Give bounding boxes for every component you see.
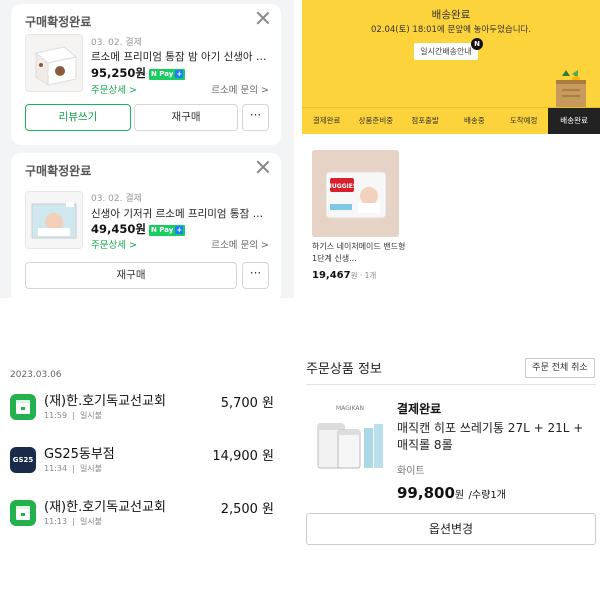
- transaction-meta: 11:13 | 일시불: [44, 517, 103, 526]
- transaction-amount: 14,900 원: [212, 449, 274, 464]
- delivery-title: 배송완료: [431, 9, 471, 21]
- npay-badge: N Pay +: [148, 69, 186, 80]
- tab-preparing[interactable]: 상품준비중: [351, 108, 400, 134]
- cancel-all-orders-button[interactable]: 주문 전체 취소: [525, 358, 595, 378]
- transaction-date: 2023.03.06: [10, 370, 62, 380]
- product-option: 화이트: [397, 466, 425, 477]
- tab-delivered[interactable]: 배송완료: [548, 108, 600, 134]
- transaction-meta: 11:59 | 일시불: [44, 411, 103, 420]
- order-card: 구매확정완료 03. 02. 결제 르소메 프리미엄 통잠 밤 아기 신생아 밤…: [11, 4, 281, 145]
- delivery-message: 02.04(토) 18:01에 문앞에 놓아두었습니다.: [370, 25, 532, 35]
- transaction-row[interactable]: (재)한.호기독교선교회 11:13 | 일시불 2,500 원: [0, 494, 300, 534]
- order-status: 결제완료: [397, 402, 442, 416]
- delivery-banner: 배송완료 02.04(토) 18:01에 문앞에 놓아두었습니다. 일시간배송안…: [302, 0, 600, 107]
- tab-payment-complete[interactable]: 결제완료: [302, 108, 351, 134]
- gs25-icon: GS25: [10, 447, 36, 473]
- transaction-meta: 11:34 | 일시불: [44, 464, 103, 473]
- tab-in-transit[interactable]: 배송중: [450, 108, 499, 134]
- merchant-name: GS25동부점: [44, 447, 115, 462]
- huggies-logo-text: HUGGIES: [327, 183, 357, 190]
- card-transactions-panel: 2023.03.06 (재)한.호기독교선교회 11:59 | 일시불 5,70…: [0, 300, 300, 600]
- transaction-row[interactable]: (재)한.호기독교선교회 11:59 | 일시불 5,700 원: [0, 388, 300, 428]
- order-date: 03. 02. 결제: [91, 38, 142, 48]
- order-product-info-panel: 주문상품 정보 주문 전체 취소 MAGIKAN 결제완료 매직캔 히포 쓰레기…: [300, 300, 600, 600]
- merchant-name: (재)한.호기독교선교회: [44, 394, 166, 409]
- transaction-amount: 5,700 원: [220, 396, 274, 411]
- order-card: 구매확정완료 03. 02. 결제 신생아 기저귀 르소메 프리미엄 통잠 밤 …: [11, 153, 281, 298]
- store-icon: [10, 394, 36, 420]
- product-price: 95,250원 N Pay +: [91, 65, 186, 81]
- order-date: 03. 02. 결제: [91, 194, 142, 204]
- naver-n-icon: N: [471, 38, 483, 50]
- product-thumbnail[interactable]: [25, 34, 83, 92]
- store-icon: [10, 500, 36, 526]
- seller-inquiry-link[interactable]: 르소메 문의 >: [211, 237, 269, 251]
- product-name[interactable]: 신생아 기저귀 르소메 프리미엄 통잠 밤 ...: [91, 206, 271, 221]
- order-status-title: 구매확정완료: [25, 15, 92, 29]
- tab-store-departed[interactable]: 점포출발: [401, 108, 450, 134]
- grocery-bag-icon: [556, 70, 586, 107]
- more-options-button[interactable]: ···: [242, 104, 269, 131]
- transaction-row[interactable]: GS25 GS25동부점 11:34 | 일시불 14,900 원: [0, 441, 300, 481]
- product-price: 49,450원 N Pay +: [91, 221, 186, 237]
- rebuy-button[interactable]: 재구매: [25, 262, 237, 289]
- plus-icon: +: [175, 70, 184, 78]
- tab-arrival-scheduled[interactable]: 도착예정: [499, 108, 548, 134]
- delivery-status-tabs: 결제완료 상품준비중 점포출발 배송중 도착예정 배송완료: [302, 107, 600, 134]
- change-option-button[interactable]: 옵션변경: [306, 513, 596, 545]
- order-status-title: 구매확정완료: [25, 164, 92, 178]
- delivery-info-button[interactable]: 일시간배송안내: [414, 43, 478, 60]
- delivered-product-name[interactable]: 하기스 네이처메이드 밴드형 1단계 신생...: [312, 241, 412, 265]
- plus-icon: +: [175, 226, 184, 234]
- order-detail-link[interactable]: 주문상세 >: [91, 237, 137, 251]
- brand-logo-text: MAGIKAN: [336, 405, 364, 412]
- rebuy-button[interactable]: 재구매: [134, 104, 238, 131]
- seller-inquiry-link[interactable]: 르소메 문의 >: [211, 82, 269, 96]
- section-title: 주문상품 정보: [306, 362, 382, 377]
- delivered-product-image[interactable]: HUGGIES: [312, 150, 399, 237]
- close-icon[interactable]: [255, 159, 271, 175]
- delivery-status-panel: 배송완료 02.04(토) 18:01에 문앞에 놓아두었습니다. 일시간배송안…: [302, 0, 600, 298]
- close-icon[interactable]: [255, 10, 271, 26]
- write-review-button[interactable]: 리뷰쓰기: [25, 104, 131, 131]
- product-thumbnail[interactable]: MAGIKAN: [310, 400, 390, 476]
- npay-badge: N Pay +: [148, 225, 186, 236]
- merchant-name: (재)한.호기독교선교회: [44, 500, 166, 515]
- product-thumbnail[interactable]: [25, 191, 83, 249]
- transaction-amount: 2,500 원: [220, 502, 274, 517]
- more-options-button[interactable]: ···: [242, 262, 269, 289]
- order-detail-link[interactable]: 주문상세 >: [91, 82, 137, 96]
- delivered-product-price: 19,467원 · 1개: [312, 270, 377, 281]
- product-name[interactable]: 르소메 프리미엄 통잠 밤 아기 신생아 밤...: [91, 49, 271, 64]
- purchase-history-panel: 구매확정완료 03. 02. 결제 르소메 프리미엄 통잠 밤 아기 신생아 밤…: [0, 0, 294, 298]
- product-name[interactable]: 매직캔 히포 쓰레기통 27L + 21L + 매직롤 8롤: [397, 420, 593, 454]
- product-price: 99,800원 /수량1개: [397, 484, 506, 502]
- divider: [306, 384, 596, 385]
